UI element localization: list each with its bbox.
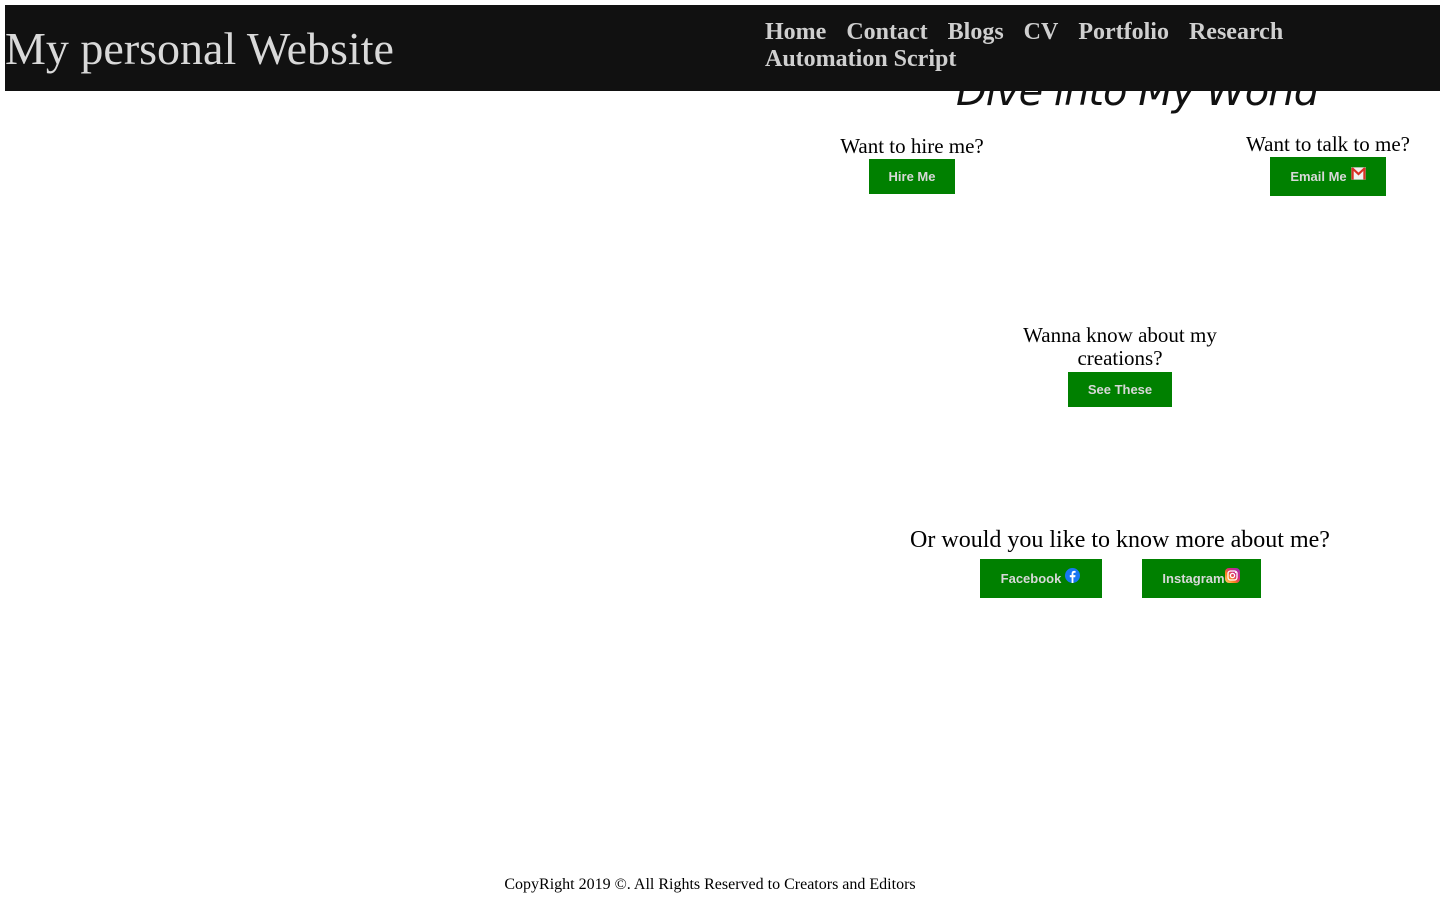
nav-research[interactable]: Research bbox=[1189, 19, 1283, 46]
nav-portfolio[interactable]: Portfolio bbox=[1078, 19, 1169, 46]
site-header: My personal Website Home Contact Blogs C… bbox=[5, 5, 1440, 91]
hire-prompt: Want to hire me? bbox=[840, 134, 984, 158]
see-these-button[interactable]: See These bbox=[1067, 372, 1173, 407]
nav-cv[interactable]: CV bbox=[1024, 19, 1059, 46]
social-buttons: Facebook Instagram bbox=[860, 559, 1380, 598]
nav-blogs[interactable]: Blogs bbox=[948, 19, 1004, 46]
nav-contact[interactable]: Contact bbox=[846, 19, 927, 46]
instagram-button[interactable]: Instagram bbox=[1141, 559, 1261, 598]
talk-prompt: Want to talk to me? bbox=[1246, 132, 1410, 156]
email-me-label: Email Me bbox=[1290, 169, 1347, 184]
creations-prompt: Wanna know about my creations? bbox=[1023, 323, 1217, 370]
see-these-label: See These bbox=[1087, 382, 1153, 397]
hire-me-button[interactable]: Hire Me bbox=[868, 159, 956, 194]
gmail-icon bbox=[1350, 166, 1366, 181]
hire-me-label: Hire Me bbox=[888, 169, 936, 184]
footer-text: CopyRight 2019 ©. All Rights Reserved to… bbox=[504, 876, 916, 893]
instagram-label: Instagram bbox=[1162, 571, 1225, 586]
email-me-button[interactable]: Email Me bbox=[1270, 157, 1386, 196]
hire-section: Want to hire me? Hire Me bbox=[812, 135, 1012, 194]
creations-section: Wanna know about my creations? See These bbox=[1010, 324, 1230, 407]
talk-section: Want to talk to me? Email Me bbox=[1228, 133, 1428, 196]
footer: CopyRight 2019 ©. All Rights Reserved to… bbox=[0, 876, 1420, 894]
site-title[interactable]: My personal Website bbox=[5, 25, 394, 73]
instagram-icon bbox=[1224, 568, 1240, 583]
facebook-icon bbox=[1065, 568, 1081, 583]
facebook-label: Facebook bbox=[1000, 571, 1062, 586]
main-nav: Home Contact Blogs CV Portfolio Research… bbox=[765, 19, 1325, 73]
page: Dive into My World My personal Website H… bbox=[0, 0, 1440, 900]
nav-automation-script[interactable]: Automation Script bbox=[765, 46, 956, 73]
nav-home[interactable]: Home bbox=[765, 19, 826, 46]
about-section: Or would you like to know more about me?… bbox=[860, 527, 1380, 598]
facebook-button[interactable]: Facebook bbox=[979, 559, 1102, 598]
about-prompt: Or would you like to know more about me? bbox=[910, 527, 1330, 553]
